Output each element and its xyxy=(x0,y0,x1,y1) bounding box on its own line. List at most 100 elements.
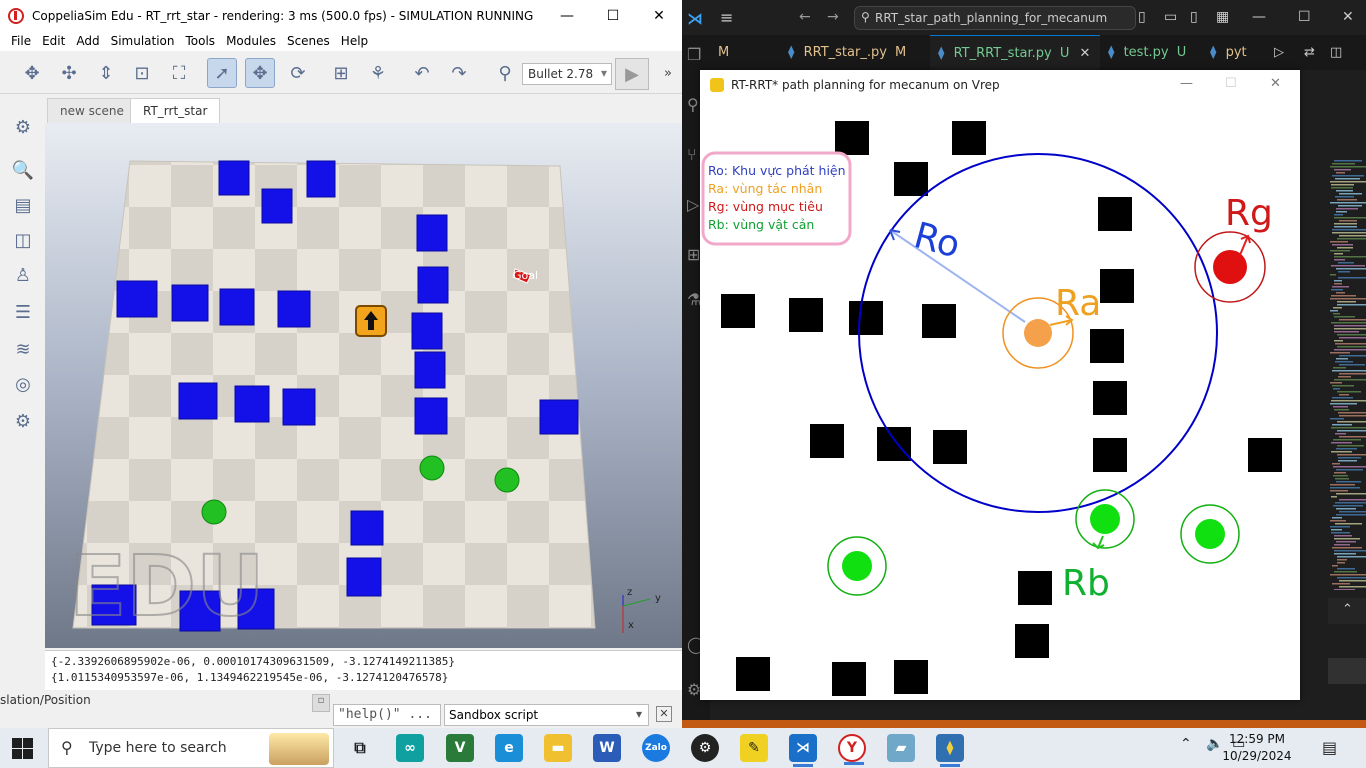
python-taskbar-icon[interactable]: ⧫ xyxy=(936,734,964,767)
toggle-secondary-sidebar-icon[interactable]: ▯ xyxy=(1190,9,1198,25)
static-obstacle xyxy=(832,662,866,696)
tool-app-icon[interactable]: ✎ xyxy=(740,734,768,762)
run-python-icon[interactable]: ▷ xyxy=(1266,35,1292,70)
zalo-icon[interactable]: Zalo xyxy=(642,734,670,762)
camera-pan-icon[interactable]: ✥ xyxy=(17,58,47,88)
object-rotate-icon[interactable]: ⟳ xyxy=(283,58,313,88)
camera-shift-icon[interactable]: ⇕ xyxy=(91,58,121,88)
static-obstacle xyxy=(1100,269,1134,303)
scene-hierarchy-icon[interactable]: ⚙ xyxy=(10,114,36,140)
back-arrow-icon[interactable]: ← xyxy=(799,9,811,25)
start-simulation-button[interactable]: ▶ xyxy=(615,58,649,90)
page-selector-icon[interactable]: ▤ xyxy=(10,192,36,218)
vscode-close-button[interactable]: ✕ xyxy=(1342,9,1354,25)
object-shift-icon[interactable]: ✥ xyxy=(245,58,275,88)
taskbar-clock[interactable]: 12:59 PM 10/29/2024 xyxy=(1222,731,1292,765)
camera-icon[interactable]: ⊡ xyxy=(127,58,157,88)
task-view-icon[interactable]: ⧉ xyxy=(346,734,374,762)
tab-rt-rrt-star[interactable]: RT_rrt_star xyxy=(130,98,221,123)
tab-pyt[interactable]: ⧫ pyt xyxy=(1202,35,1262,70)
statusbar-small-button[interactable]: ▫ xyxy=(312,694,330,712)
arduino-icon[interactable]: ∞ xyxy=(396,734,424,762)
minimize-button[interactable]: — xyxy=(544,0,590,31)
settings-app-icon[interactable]: ⚙ xyxy=(691,734,719,762)
tab-label: pyt xyxy=(1225,45,1247,60)
toggle-sidebar-icon[interactable]: ▯ xyxy=(1138,9,1146,25)
maximize-button[interactable]: ☐ xyxy=(590,0,636,31)
file-explorer-icon[interactable]: ▬ xyxy=(544,734,572,762)
command-center-search[interactable]: ⚲ RRT_star_path_planning_for_mecanum xyxy=(854,6,1136,30)
menu-scenes[interactable]: Scenes xyxy=(287,34,330,48)
tab-close-icon[interactable]: ✕ xyxy=(1080,46,1091,61)
video-recorder-icon[interactable]: ◎ xyxy=(10,371,36,397)
close-button[interactable]: ✕ xyxy=(636,0,682,31)
chevron-up-icon[interactable]: ⌃ xyxy=(1342,602,1353,617)
vscode-maximize-button[interactable]: ☐ xyxy=(1298,9,1311,25)
menu-add[interactable]: Add xyxy=(76,34,99,48)
tab-file-modified[interactable]: M xyxy=(710,35,778,70)
chevron-up-icon[interactable]: ⌃ xyxy=(1180,736,1192,752)
word-icon[interactable]: W xyxy=(593,734,621,762)
toolbar-overflow-icon[interactable]: » xyxy=(664,66,672,81)
coppeliasim-taskbar-icon[interactable]: Y xyxy=(838,734,866,765)
minimap-line xyxy=(1332,229,1366,231)
vscode-minimize-button[interactable]: — xyxy=(1252,9,1266,25)
menu-file[interactable]: File xyxy=(11,34,31,48)
compare-changes-icon[interactable]: ⇄ xyxy=(1296,35,1323,70)
volume-icon[interactable]: 🔈 xyxy=(1206,736,1223,752)
hamburger-menu-icon[interactable]: ≡ xyxy=(720,8,733,27)
excel-like-icon[interactable]: V xyxy=(446,734,474,762)
minimap-line xyxy=(1334,550,1366,552)
pygame-maximize-button[interactable]: ☐ xyxy=(1225,76,1237,91)
notification-icon[interactable]: ▤ xyxy=(1322,738,1337,757)
robot-icon[interactable]: ♙ xyxy=(10,262,36,288)
list-icon[interactable]: ☰ xyxy=(10,299,36,325)
command-clear-button[interactable]: ✕ xyxy=(656,706,672,722)
command-input[interactable]: "help()" ... xyxy=(333,704,441,726)
explorer-icon[interactable]: ❐ xyxy=(687,45,707,65)
menu-simulation[interactable]: Simulation xyxy=(111,34,175,48)
minimap-line xyxy=(1336,493,1366,495)
transfer-dna-icon[interactable]: ⚘ xyxy=(363,58,393,88)
script-select[interactable]: Sandbox script xyxy=(444,704,649,726)
dynamics-icon[interactable]: ⚲ xyxy=(490,58,520,88)
minimap-line xyxy=(1336,541,1356,543)
forward-arrow-icon[interactable]: → xyxy=(827,9,839,25)
redo-icon[interactable]: ↷ xyxy=(444,58,474,88)
minimap-line xyxy=(1333,367,1346,369)
physics-engine-select[interactable]: Bullet 2.78 xyxy=(522,63,612,85)
minimap[interactable] xyxy=(1328,160,1366,590)
panel-filter[interactable]: ⊽ xyxy=(1328,658,1366,684)
model-browser-icon[interactable]: 🔍 xyxy=(10,157,36,183)
customize-layout-icon[interactable]: ▦ xyxy=(1216,9,1229,25)
user-settings-icon[interactable]: ⚙ xyxy=(10,408,36,434)
menu-edit[interactable]: Edit xyxy=(42,34,65,48)
camera-rotate-icon[interactable]: ✣ xyxy=(54,58,84,88)
vscode-taskbar-icon[interactable]: ⋊ xyxy=(789,734,817,767)
menu-help[interactable]: Help xyxy=(341,34,368,48)
object-properties-icon[interactable]: ◫ xyxy=(10,227,36,253)
taskbar-search-box[interactable]: ⚲ Type here to search xyxy=(48,728,334,768)
menu-modules[interactable]: Modules xyxy=(226,34,276,48)
layers-icon[interactable]: ≋ xyxy=(10,336,36,362)
toggle-panel-icon[interactable]: ▭ xyxy=(1164,9,1177,25)
minimap-line xyxy=(1337,421,1366,423)
undo-icon[interactable]: ↶ xyxy=(407,58,437,88)
split-editor-icon[interactable]: ◫ xyxy=(1322,35,1350,70)
menu-tools[interactable]: Tools xyxy=(186,34,216,48)
tab-rrt-star[interactable]: ⧫ RRT_star_.py M xyxy=(780,35,930,70)
axis-label-y: y xyxy=(655,593,661,604)
tab-rt-rrt-star[interactable]: ⧫ RT_RRT_star.py U ✕ xyxy=(930,35,1100,70)
notes-app-icon[interactable]: ▰ xyxy=(887,734,915,762)
minimap-line xyxy=(1331,322,1366,324)
click-select-icon[interactable]: ➚ xyxy=(207,58,237,88)
pygame-close-button[interactable]: ✕ xyxy=(1270,76,1281,91)
edge-icon[interactable]: e xyxy=(495,734,523,762)
pygame-minimize-button[interactable]: — xyxy=(1180,76,1193,91)
scene-viewport[interactable]: Goal EDU z y x xyxy=(45,123,682,648)
tab-test[interactable]: ⧫ test.py U xyxy=(1100,35,1200,70)
assemble-icon[interactable]: ⊞ xyxy=(326,58,356,88)
windows-start-icon[interactable] xyxy=(10,736,34,760)
fit-view-icon[interactable]: ⛶ xyxy=(164,58,194,88)
tab-new-scene[interactable]: new scene xyxy=(47,98,137,123)
